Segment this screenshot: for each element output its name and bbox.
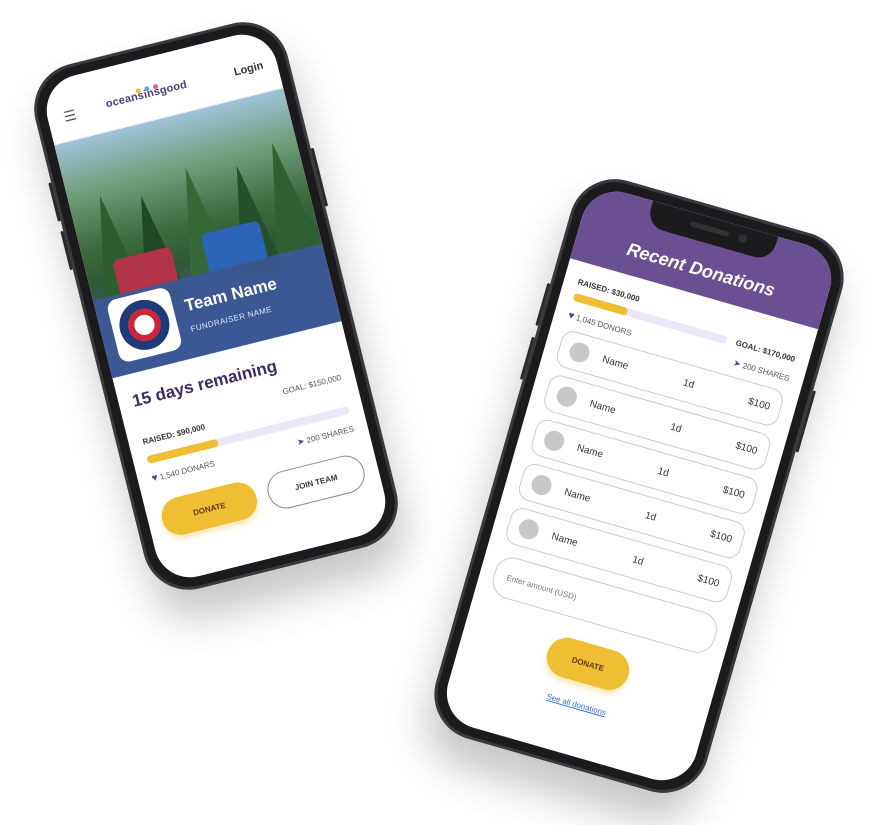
mockup-stage: ☰ oceansinsgood Login Team Name FUNDRAIS… bbox=[0, 0, 881, 825]
donate-button[interactable]: DONATE bbox=[542, 633, 634, 695]
donation-amount: $100 bbox=[734, 439, 759, 457]
donation-time: 1d bbox=[669, 421, 683, 435]
donation-time: 1d bbox=[643, 509, 658, 524]
donate-button[interactable]: DONATE bbox=[157, 478, 261, 539]
team-badge bbox=[105, 286, 184, 364]
heart-icon: ♥ bbox=[150, 472, 160, 485]
donation-time: 1d bbox=[631, 553, 645, 568]
donations-phone: Recent Donations RAISED: $30,000 GOAL: $… bbox=[423, 168, 855, 804]
team-page-phone: ☰ oceansinsgood Login Team Name FUNDRAIS… bbox=[24, 12, 408, 600]
avatar bbox=[541, 428, 567, 454]
avatar bbox=[529, 472, 554, 498]
donor-name: Name bbox=[563, 486, 592, 505]
donation-amount: $100 bbox=[708, 528, 734, 545]
scout-emblem-icon bbox=[114, 294, 175, 356]
shares-label: 200 SHARES bbox=[741, 361, 791, 384]
share-icon: ➤ bbox=[295, 435, 306, 448]
donation-time: 1d bbox=[681, 376, 696, 391]
avatar bbox=[567, 340, 592, 365]
avatar bbox=[554, 384, 580, 410]
donors-stat: ♥ 1,540 DONARS bbox=[151, 458, 216, 484]
team-page-screen: ☰ oceansinsgood Login Team Name FUNDRAIS… bbox=[39, 27, 393, 585]
donation-amount: $100 bbox=[746, 395, 772, 413]
join-team-button[interactable]: JOIN TEAM bbox=[263, 451, 369, 513]
donation-amount: $100 bbox=[696, 572, 721, 590]
donations-screen: Recent Donations RAISED: $30,000 GOAL: $… bbox=[438, 183, 840, 789]
donation-amount: $100 bbox=[721, 484, 746, 501]
donor-name: Name bbox=[601, 353, 630, 372]
shares-label: 200 SHARES bbox=[305, 424, 355, 445]
donations-body: RAISED: $30,000 GOAL: $170,000 ♥ 1,045 D… bbox=[451, 258, 818, 744]
shares-stat: ➤ 200 SHARES bbox=[296, 423, 355, 448]
donor-name: Name bbox=[575, 442, 605, 461]
login-link[interactable]: Login bbox=[233, 60, 265, 79]
donors-label: 1,540 DONARS bbox=[158, 459, 216, 482]
share-icon: ➤ bbox=[732, 357, 743, 370]
hamburger-menu-icon[interactable]: ☰ bbox=[62, 106, 78, 126]
donor-name: Name bbox=[588, 397, 618, 416]
donation-time: 1d bbox=[656, 465, 671, 479]
avatar bbox=[516, 516, 542, 542]
donor-name: Name bbox=[550, 530, 580, 549]
